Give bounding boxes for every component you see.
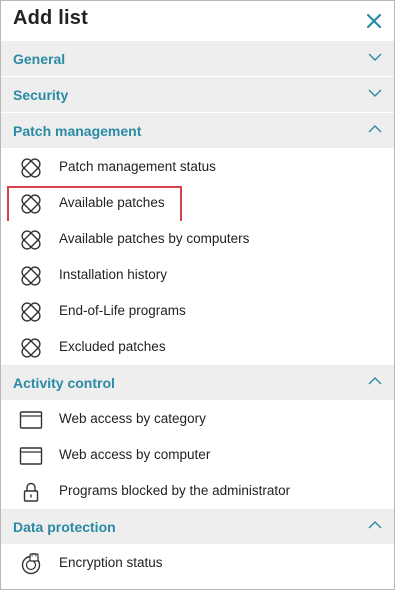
list-item-end-of-life-programs[interactable]: End-of-Life programs xyxy=(1,293,394,329)
section-patch-management[interactable]: Patch management xyxy=(1,113,394,149)
section-title: Data protection xyxy=(13,519,116,535)
browser-window-icon xyxy=(19,447,43,465)
list-item-available-patches[interactable]: Available patches xyxy=(1,185,394,224)
list-item-web-access-by-category[interactable]: Web access by category xyxy=(1,401,394,437)
section-security[interactable]: Security xyxy=(1,77,394,113)
patch-icon xyxy=(21,230,41,250)
section-data-protection[interactable]: Data protection xyxy=(1,509,394,545)
section-activity-control[interactable]: Activity control xyxy=(1,365,394,401)
add-list-panel: Add list General Security Patch manageme… xyxy=(0,0,395,590)
list-item-encryption-status[interactable]: Encryption status xyxy=(1,545,394,581)
list-item-label: Excluded patches xyxy=(59,339,166,354)
chevron-down-icon xyxy=(368,89,382,97)
chevron-down-icon xyxy=(368,53,382,61)
list-item-label: Available patches xyxy=(59,195,165,210)
list-item-patch-management-status[interactable]: Patch management status xyxy=(1,149,394,185)
patch-icon xyxy=(21,338,41,358)
panel-title: Add list xyxy=(13,7,88,29)
chevron-up-icon xyxy=(368,377,382,385)
list-item-label: Web access by category xyxy=(59,411,206,426)
list-item-excluded-patches[interactable]: Excluded patches xyxy=(1,329,394,365)
list-item-label: Installation history xyxy=(59,267,168,282)
section-general[interactable]: General xyxy=(1,41,394,77)
section-title: Security xyxy=(13,87,69,103)
patch-icon xyxy=(21,158,41,178)
patch-icon xyxy=(21,266,41,286)
section-title: Patch management xyxy=(13,123,142,139)
panel-header: Add list xyxy=(1,1,394,41)
section-title: General xyxy=(13,51,66,67)
list-item-label: Patch management status xyxy=(59,159,216,174)
patch-icon xyxy=(21,302,41,322)
list-item-label: Web access by computer xyxy=(59,447,211,462)
encryption-icon xyxy=(21,553,41,575)
patch-icon xyxy=(21,194,41,214)
browser-window-icon xyxy=(19,411,43,429)
list-item-web-access-by-computer[interactable]: Web access by computer xyxy=(1,437,394,473)
close-icon xyxy=(366,13,382,29)
list-item-label: Encryption status xyxy=(59,555,163,570)
lock-icon xyxy=(23,482,39,502)
chevron-up-icon xyxy=(368,521,382,529)
list-item-programs-blocked[interactable]: Programs blocked by the administrator xyxy=(1,473,394,509)
list-item-label: Available patches by computers xyxy=(59,231,250,246)
chevron-up-icon xyxy=(368,125,382,133)
close-button[interactable] xyxy=(364,11,384,31)
section-title: Activity control xyxy=(13,375,115,391)
list-item-installation-history[interactable]: Installation history xyxy=(1,257,394,293)
list-item-label: Programs blocked by the administrator xyxy=(59,483,291,498)
list-item-available-patches-by-computers[interactable]: Available patches by computers xyxy=(1,221,394,257)
list-item-label: End-of-Life programs xyxy=(59,303,186,318)
